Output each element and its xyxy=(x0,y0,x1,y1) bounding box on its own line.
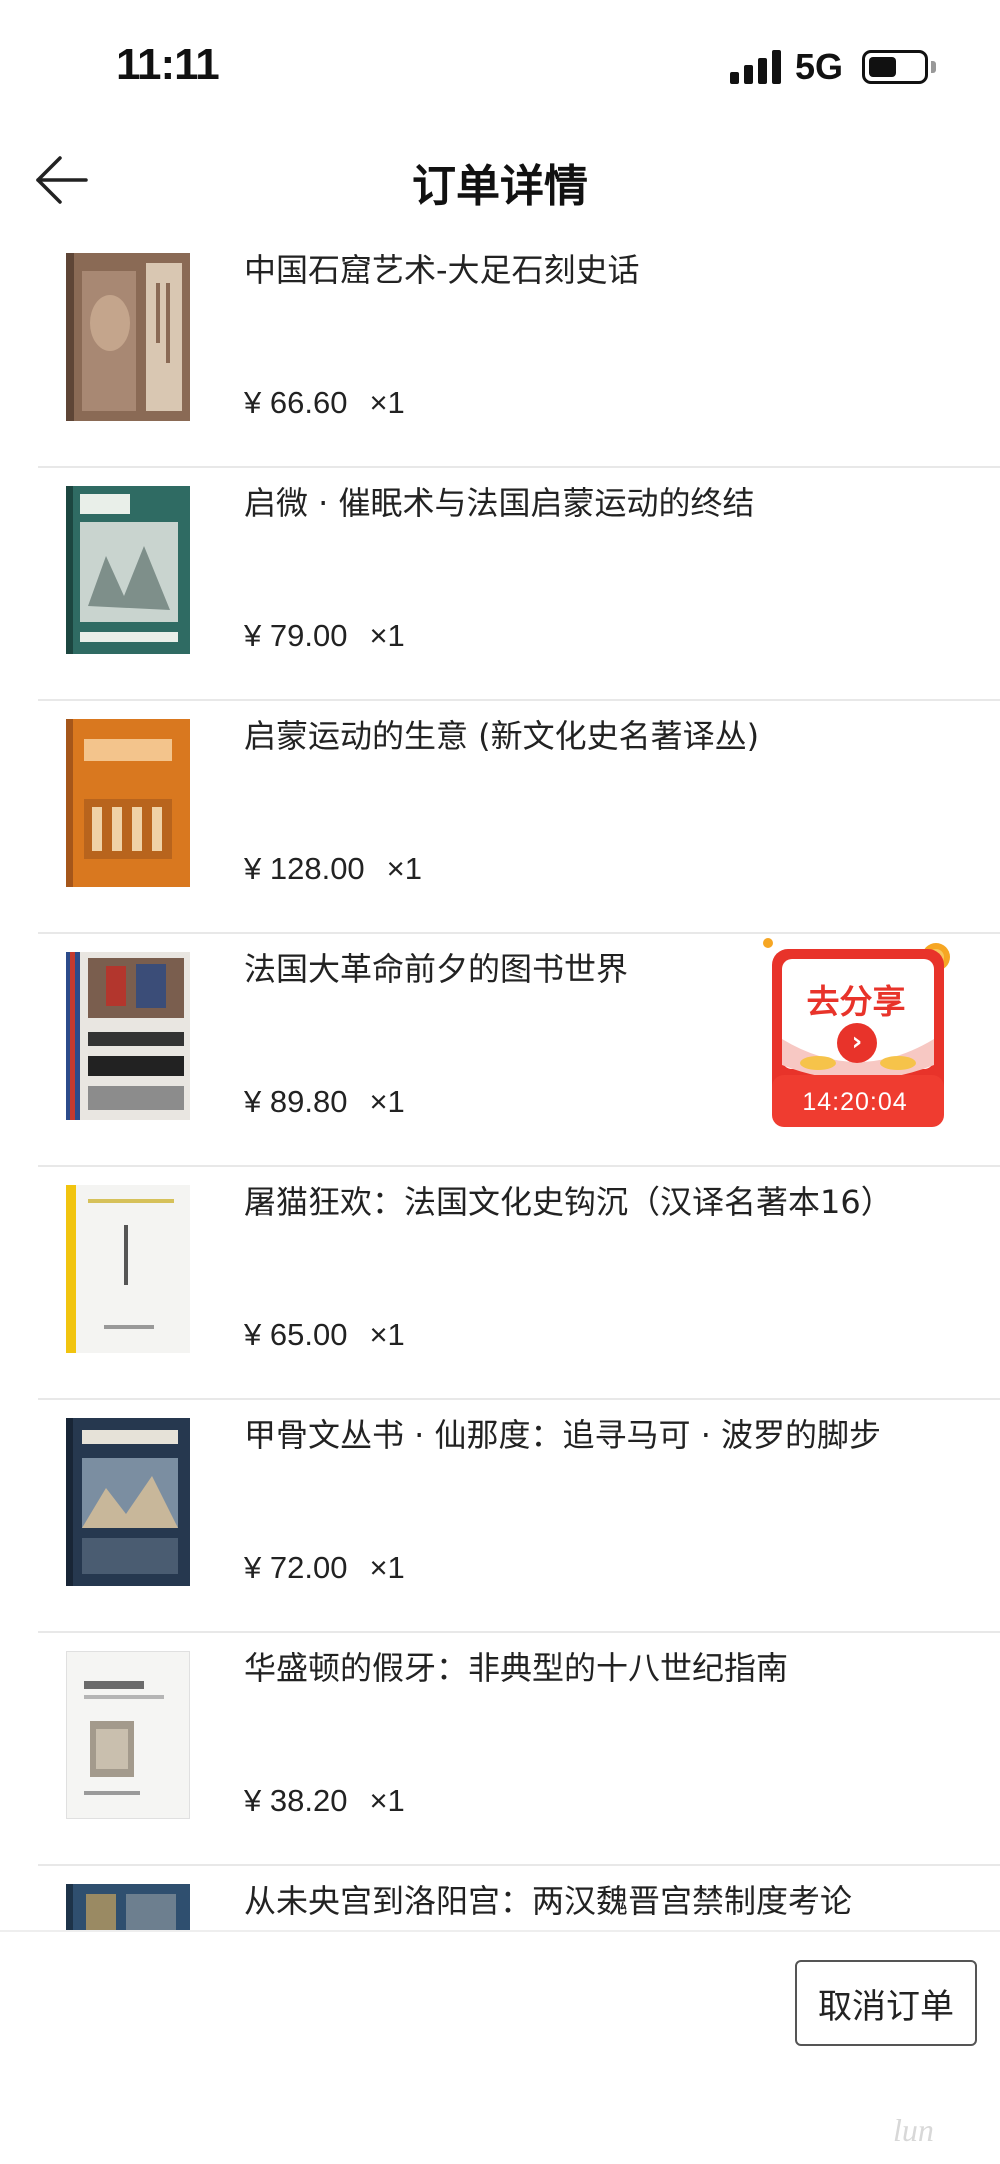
battery-icon xyxy=(862,50,928,84)
order-item[interactable]: 中国石窟艺术-大足石刻史话 ¥ 66.60 ×1 xyxy=(0,235,1000,468)
item-quantity: ×1 xyxy=(369,618,405,653)
order-item[interactable]: 从未央宫到洛阳宫：两汉魏晋宫禁制度考论 xyxy=(0,1866,1000,1930)
item-quantity: ×1 xyxy=(369,1317,405,1352)
book-cover-image xyxy=(66,1185,190,1353)
item-title: 启蒙运动的生意 (新文化史名著译丛) xyxy=(244,717,760,755)
order-item[interactable]: 屠猫狂欢：法国文化史钩沉（汉译名著本16） ¥ 65.00 ×1 xyxy=(0,1167,1000,1400)
book-cover-image xyxy=(66,486,190,654)
book-cover-image xyxy=(66,253,190,421)
item-title: 华盛顿的假牙：非典型的十八世纪指南 xyxy=(244,1649,789,1687)
item-price: ¥ 79.00 xyxy=(244,618,348,653)
item-price-row: ¥ 66.60 ×1 xyxy=(244,385,405,421)
item-title: 甲骨文丛书 · 仙那度：追寻马可 · 波罗的脚步 xyxy=(244,1416,882,1454)
network-type: 5G xyxy=(795,46,844,87)
bottom-action-bar: 取消订单 xyxy=(0,1930,1000,2164)
item-price-row: ¥ 38.20 ×1 xyxy=(244,1783,405,1819)
watermark: lun xyxy=(893,2112,934,2148)
item-quantity: ×1 xyxy=(369,1550,405,1585)
nav-bar: 订单详情 xyxy=(0,130,1000,230)
item-price: ¥ 128.00 xyxy=(244,851,365,886)
book-cover-image xyxy=(66,719,190,887)
order-item[interactable]: 华盛顿的假牙：非典型的十八世纪指南 ¥ 38.20 ×1 xyxy=(0,1633,1000,1866)
item-price: ¥ 89.80 xyxy=(244,1084,348,1119)
item-quantity: ×1 xyxy=(369,1084,405,1119)
status-bar: 11:11 5G xyxy=(0,0,1000,130)
item-title: 屠猫狂欢：法国文化史钩沉（汉译名著本16） xyxy=(244,1183,893,1221)
item-price-row: ¥ 89.80 ×1 xyxy=(244,1084,405,1120)
item-price-row: ¥ 79.00 ×1 xyxy=(244,618,405,654)
chevron-right-icon: › xyxy=(837,1023,877,1063)
book-cover-image xyxy=(66,1884,190,1930)
item-price: ¥ 66.60 xyxy=(244,385,348,420)
order-item[interactable]: 启微 · 催眠术与法国启蒙运动的终结 ¥ 79.00 ×1 xyxy=(0,468,1000,701)
signal-strength-icon xyxy=(730,50,782,84)
item-price: ¥ 38.20 xyxy=(244,1783,348,1818)
item-title: 中国石窟艺术-大足石刻史话 xyxy=(244,251,640,289)
item-price-row: ¥ 72.00 ×1 xyxy=(244,1550,405,1586)
book-cover-image xyxy=(66,1651,190,1819)
cancel-order-button[interactable]: 取消订单 xyxy=(795,1960,977,2046)
share-label: 去分享 xyxy=(806,982,906,1021)
item-quantity: ×1 xyxy=(369,385,405,420)
page-title: 订单详情 xyxy=(412,161,588,212)
item-price: ¥ 65.00 xyxy=(244,1317,348,1352)
order-item[interactable]: 启蒙运动的生意 (新文化史名著译丛) ¥ 128.00 ×1 xyxy=(0,701,1000,934)
item-title: 启微 · 催眠术与法国启蒙运动的终结 xyxy=(244,484,755,522)
battery-cap xyxy=(931,61,936,73)
status-time: 11:11 xyxy=(116,40,220,89)
item-price-row: ¥ 128.00 ×1 xyxy=(244,851,422,887)
share-countdown: 14:20:04 xyxy=(802,1088,908,1116)
share-reward-badge[interactable]: 去分享 › 14:20:04 xyxy=(758,935,958,1135)
order-item[interactable]: 甲骨文丛书 · 仙那度：追寻马可 · 波罗的脚步 ¥ 72.00 ×1 xyxy=(0,1400,1000,1633)
item-price: ¥ 72.00 xyxy=(244,1550,348,1585)
book-cover-image xyxy=(66,1418,190,1586)
item-quantity: ×1 xyxy=(369,1783,405,1818)
item-title: 从未央宫到洛阳宫：两汉魏晋宫禁制度考论 xyxy=(244,1882,853,1920)
book-cover-image xyxy=(66,952,190,1120)
item-price-row: ¥ 65.00 ×1 xyxy=(244,1317,405,1353)
item-quantity: ×1 xyxy=(386,851,423,886)
